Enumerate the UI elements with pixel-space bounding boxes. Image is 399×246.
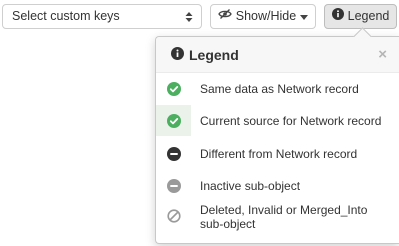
stage: Select custom keys Show/Hide Legend Lege… bbox=[0, 0, 399, 246]
eye-slash-icon bbox=[218, 5, 232, 28]
legend-item-inactive: Inactive sub-object bbox=[156, 175, 399, 197]
close-icon[interactable]: × bbox=[378, 46, 387, 64]
custom-keys-select-value: Select custom keys bbox=[12, 9, 120, 23]
legend-item-label: Same data as Network record bbox=[200, 82, 359, 96]
legend-button[interactable]: Legend bbox=[324, 4, 397, 29]
legend-item-label: Deleted, Invalid or Merged_Into sub-obje… bbox=[200, 203, 367, 231]
legend-popover-header: Legend × bbox=[156, 37, 399, 73]
show-hide-button[interactable]: Show/Hide bbox=[210, 4, 316, 29]
legend-item-label-line1: Deleted, Invalid or Merged_Into bbox=[200, 203, 368, 217]
info-circle-icon bbox=[171, 46, 184, 63]
minus-circle-dark-icon bbox=[167, 147, 181, 161]
sort-caret-icon bbox=[184, 5, 194, 28]
legend-item-deleted: Deleted, Invalid or Merged_Into sub-obje… bbox=[156, 202, 399, 232]
ban-icon bbox=[167, 209, 181, 223]
check-circle-green-icon bbox=[167, 114, 181, 128]
show-hide-label: Show/Hide bbox=[235, 9, 297, 23]
legend-item-label: Different from Network record bbox=[200, 147, 358, 161]
minus-circle-gray-icon bbox=[167, 179, 181, 193]
custom-keys-select[interactable]: Select custom keys bbox=[2, 4, 202, 29]
legend-popover-title: Legend bbox=[189, 46, 239, 63]
legend-item-same-data: Same data as Network record bbox=[156, 78, 399, 100]
info-circle-icon bbox=[331, 5, 344, 28]
check-circle-green-icon bbox=[167, 82, 181, 96]
legend-item-current-source: Current source for Network record bbox=[156, 105, 399, 136]
legend-item-label-line2: sub-object bbox=[200, 217, 256, 231]
legend-item-different: Different from Network record bbox=[156, 143, 399, 165]
legend-item-label: Current source for Network record bbox=[200, 114, 382, 128]
legend-popover: Legend × Same data as Network record Cur… bbox=[155, 27, 399, 244]
legend-button-label: Legend bbox=[347, 9, 390, 23]
dropdown-caret-icon bbox=[300, 5, 309, 28]
legend-item-label: Inactive sub-object bbox=[200, 179, 301, 193]
